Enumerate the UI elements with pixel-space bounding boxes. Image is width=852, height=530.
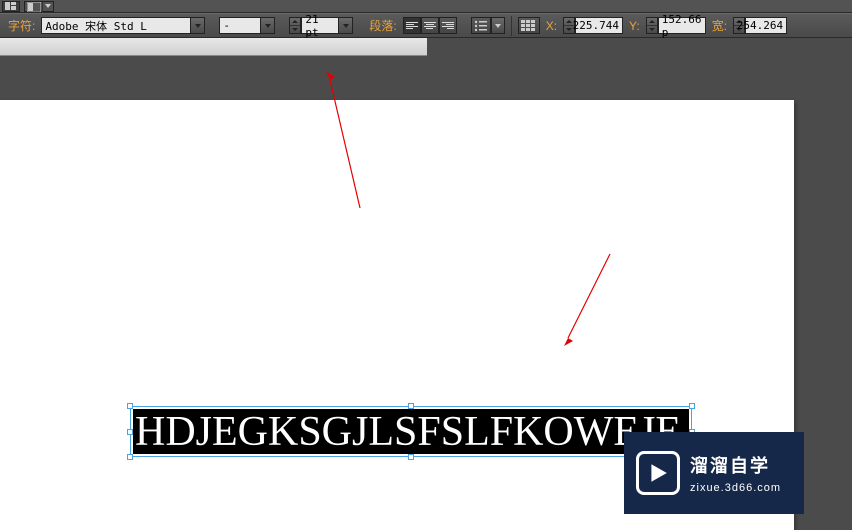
align-center-button[interactable] (421, 17, 439, 34)
y-field[interactable]: 152.66 p (658, 17, 706, 34)
align-left-button[interactable] (403, 17, 421, 34)
font-style-dropdown-icon[interactable] (261, 17, 275, 34)
y-spinner[interactable] (646, 17, 658, 34)
play-icon (636, 451, 680, 495)
x-label: X: (544, 19, 559, 33)
panel-mode-icon[interactable] (25, 2, 43, 13)
font-size-dropdown-icon[interactable] (339, 17, 353, 34)
handle-ne[interactable] (689, 403, 695, 409)
handle-nw[interactable] (127, 403, 133, 409)
text-frame[interactable]: HDJEGKSGJLSFSLFKOWEJE (130, 406, 692, 457)
y-label: Y: (627, 19, 642, 33)
font-size-field[interactable]: 21 pt (301, 17, 339, 34)
font-family-dropdown-icon[interactable] (191, 17, 205, 34)
handle-n[interactable] (408, 403, 414, 409)
align-right-button[interactable] (439, 17, 457, 34)
dropdown-arrow-icon[interactable] (43, 2, 53, 11)
font-size-spinner[interactable] (289, 17, 301, 34)
watermark-url: zixue.3d66.com (690, 482, 781, 494)
control-bar: 字符: Adobe 宋体 Std L - 21 pt 段落: (0, 13, 852, 38)
bullets-button[interactable] (471, 17, 491, 34)
watermark: 溜溜自学 zixue.3d66.com (624, 432, 804, 514)
window-tab-strip (0, 0, 852, 13)
horizontal-ruler (0, 38, 427, 56)
font-style-field[interactable]: - (219, 17, 261, 34)
w-label: 宽: (710, 17, 729, 34)
handle-s[interactable] (408, 454, 414, 460)
handle-sw[interactable] (127, 454, 133, 460)
w-field[interactable]: 254.264 (745, 17, 787, 34)
bullets-dropdown-icon[interactable] (491, 17, 505, 34)
arrange-docs-icon[interactable] (2, 1, 20, 12)
font-label: 字符: (6, 17, 37, 34)
frame-grid-button[interactable] (518, 17, 540, 34)
x-field[interactable]: 225.744 (575, 17, 623, 34)
paragraph-label: 段落: (367, 17, 398, 34)
selected-text[interactable]: HDJEGKSGJLSFSLFKOWEJE (133, 409, 689, 454)
handle-w[interactable] (127, 429, 133, 435)
font-family-field[interactable]: Adobe 宋体 Std L (41, 17, 191, 34)
watermark-title: 溜溜自学 (690, 452, 781, 478)
separator (511, 16, 512, 36)
